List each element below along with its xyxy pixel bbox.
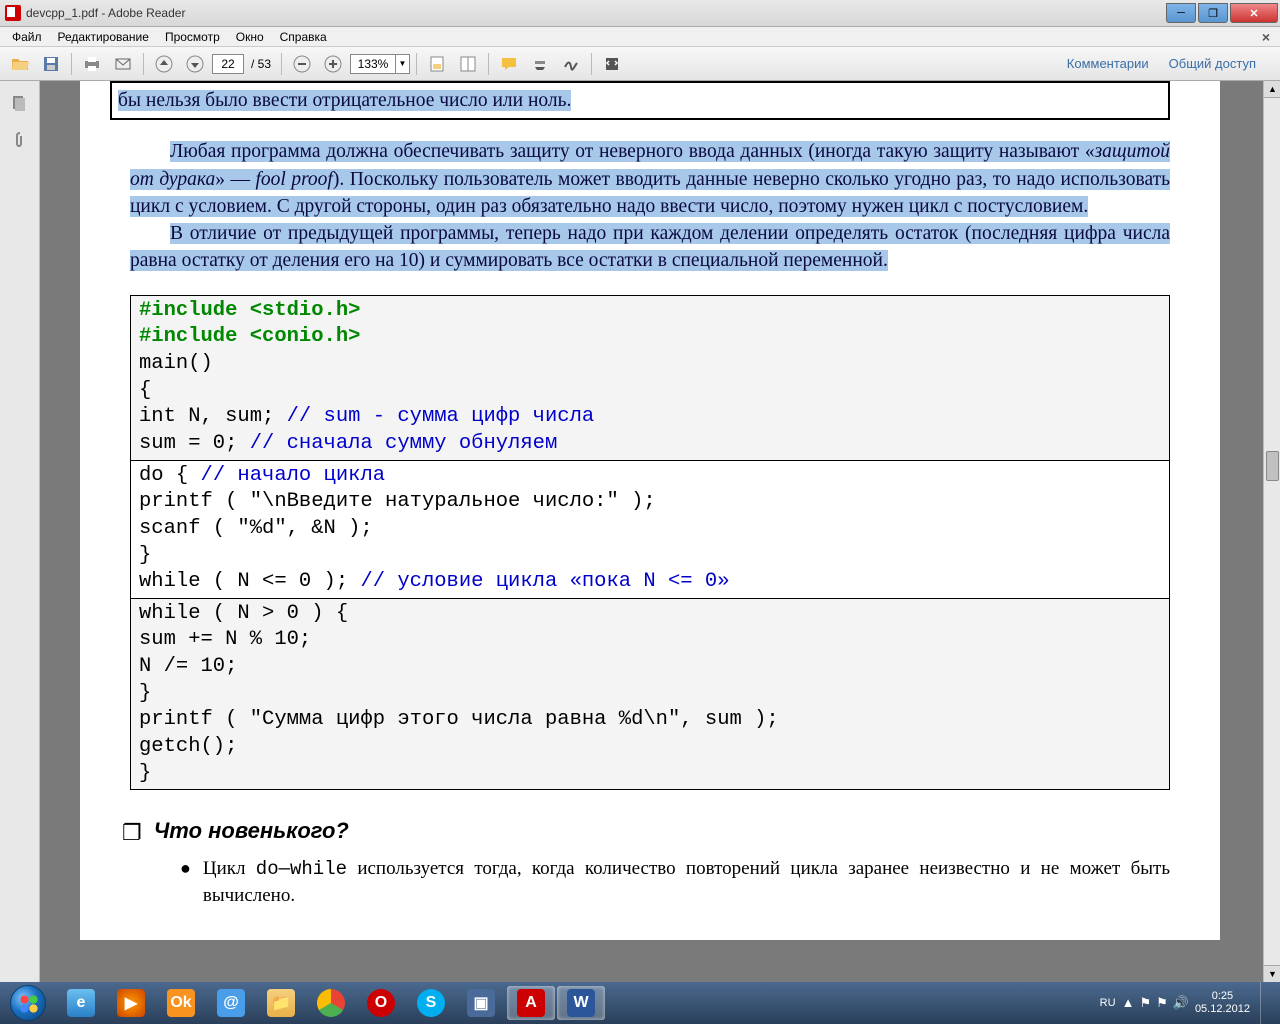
show-desktop-button[interactable] (1260, 982, 1272, 1024)
system-tray: RU ▲ ⚑ ⚑ 🔊 0:25 05.12.2012 (1100, 982, 1280, 1024)
zoom-combo[interactable]: ▼ (350, 54, 410, 74)
sign-button[interactable] (557, 51, 585, 77)
open-button[interactable] (6, 51, 34, 77)
thumbnails-icon[interactable] (5, 89, 35, 119)
paragraph-1: Любая программа должна обеспечивать защи… (130, 138, 1170, 220)
chevron-down-icon[interactable]: ▼ (395, 55, 409, 73)
email-button[interactable] (109, 51, 137, 77)
text-box: бы нельзя было ввести отрицательное числ… (110, 81, 1170, 120)
pdf-page: бы нельзя было ввести отрицательное числ… (80, 81, 1220, 940)
taskbar-devcpp[interactable]: ▣ (457, 986, 505, 1020)
save-button[interactable] (37, 51, 65, 77)
taskbar-wmp[interactable]: ▶ (107, 986, 155, 1020)
page-up-button[interactable] (150, 51, 178, 77)
comment-button[interactable] (495, 51, 523, 77)
clock[interactable]: 0:25 05.12.2012 (1195, 990, 1250, 1016)
menubar: Файл Редактирование Просмотр Окно Справк… (0, 27, 1280, 47)
zoom-in-button[interactable] (319, 51, 347, 77)
window-controls: ─ ❐ ✕ (1166, 3, 1280, 23)
page-total-label: / 53 (251, 57, 271, 71)
taskbar-ok[interactable]: Ok (157, 986, 205, 1020)
pdf-icon (5, 5, 21, 21)
vertical-scrollbar[interactable]: ▲ ▼ (1263, 81, 1280, 982)
taskbar-skype[interactable]: S (407, 986, 455, 1020)
menu-file[interactable]: Файл (4, 28, 50, 46)
window-title: devcpp_1.pdf - Adobe Reader (26, 6, 185, 20)
taskbar-word[interactable]: W (557, 986, 605, 1020)
whatsnew-heading: ❐ Что новенького? (122, 818, 1170, 846)
minimize-button[interactable]: ─ (1166, 3, 1196, 23)
tool-button-2[interactable] (454, 51, 482, 77)
scroll-down-icon[interactable]: ▼ (1264, 965, 1280, 982)
taskbar-mail[interactable]: @ (207, 986, 255, 1020)
scroll-up-icon[interactable]: ▲ (1264, 81, 1280, 98)
share-link[interactable]: Общий доступ (1169, 56, 1256, 71)
toolbar: / 53 ▼ Комментарии Общий доступ (0, 47, 1280, 81)
document-viewport[interactable]: бы нельзя было ввести отрицательное числ… (40, 81, 1280, 982)
tool-button-1[interactable] (423, 51, 451, 77)
menu-help[interactable]: Справка (272, 28, 335, 46)
list-item: ● Цикл do—while используется тогда, когд… (180, 856, 1170, 909)
taskbar-opera[interactable]: O (357, 986, 405, 1020)
zoom-input[interactable] (351, 57, 395, 71)
taskbar-ie[interactable]: e (57, 986, 105, 1020)
close-document-button[interactable]: × (1256, 29, 1276, 45)
boxed-text: бы нельзя было ввести отрицательное числ… (118, 90, 571, 111)
read-mode-button[interactable] (598, 51, 626, 77)
print-button[interactable] (78, 51, 106, 77)
left-dock (0, 81, 40, 982)
maximize-button[interactable]: ❐ (1198, 3, 1228, 23)
window-titlebar: devcpp_1.pdf - Adobe Reader ─ ❐ ✕ (0, 0, 1280, 27)
code-block: #include <stdio.h> #include <conio.h> ma… (130, 295, 1170, 791)
zoom-out-button[interactable] (288, 51, 316, 77)
attachments-icon[interactable] (5, 125, 35, 155)
bullet-list: ● Цикл do—while используется тогда, когд… (180, 856, 1170, 909)
menu-edit[interactable]: Редактирование (50, 28, 157, 46)
taskbar-reader[interactable]: A (507, 986, 555, 1020)
windows-icon (10, 985, 46, 1021)
page-number-input[interactable] (212, 54, 244, 74)
language-indicator[interactable]: RU (1100, 997, 1116, 1009)
tray-network-icon[interactable]: ⚑ (1156, 995, 1168, 1011)
menu-window[interactable]: Окно (228, 28, 272, 46)
document-icon: ❐ (122, 820, 142, 846)
page-down-button[interactable] (181, 51, 209, 77)
highlight-button[interactable] (526, 51, 554, 77)
taskbar: e ▶ Ok @ 📁 O S ▣ A W RU ▲ ⚑ ⚑ 🔊 0:25 05.… (0, 982, 1280, 1024)
taskbar-chrome[interactable] (307, 986, 355, 1020)
taskbar-explorer[interactable]: 📁 (257, 986, 305, 1020)
comments-link[interactable]: Комментарии (1067, 56, 1149, 71)
menu-view[interactable]: Просмотр (157, 28, 228, 46)
close-button[interactable]: ✕ (1230, 3, 1278, 23)
start-button[interactable] (0, 982, 56, 1024)
tray-action-icon[interactable]: ⚑ (1139, 995, 1151, 1011)
tray-flag-icon[interactable]: ▲ (1122, 995, 1135, 1011)
paragraph-2: В отличие от предыдущей программы, тепер… (130, 220, 1170, 275)
tray-volume-icon[interactable]: 🔊 (1173, 995, 1189, 1011)
scrollbar-thumb[interactable] (1266, 451, 1279, 481)
